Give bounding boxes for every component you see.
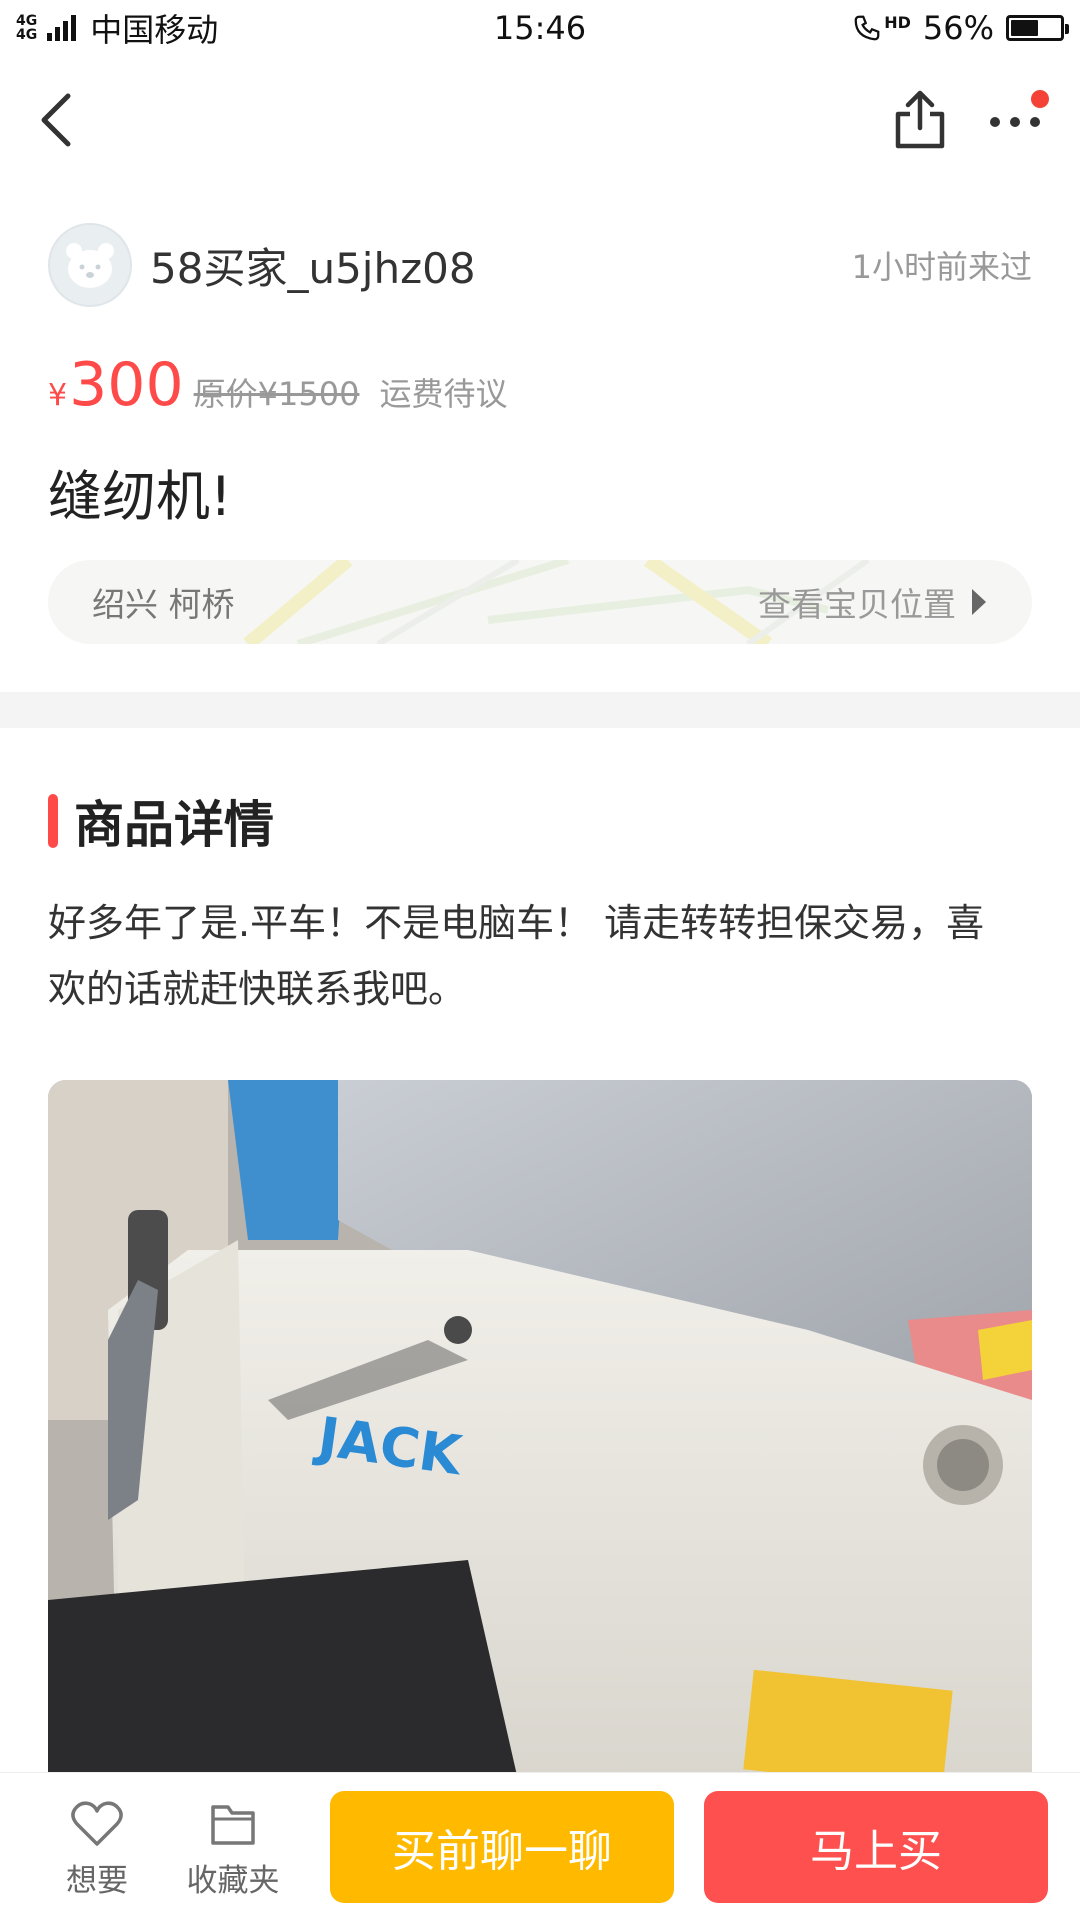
chat-before-buy-button[interactable]: 买前聊一聊 [330, 1791, 674, 1903]
bottom-action-bar: 想要 收藏夹 买前聊一聊 马上买 [0, 1772, 1080, 1920]
folder-icon [211, 1805, 255, 1845]
network-label-top: 4G [16, 13, 38, 29]
price: 300 [69, 350, 184, 420]
battery-level [1011, 20, 1038, 36]
favorites-button[interactable]: 收藏夹 [178, 1799, 288, 1900]
buy-now-button[interactable]: 马上买 [704, 1791, 1048, 1903]
more-button[interactable] [985, 90, 1055, 150]
heart-icon [71, 1801, 123, 1846]
details-heading: 商品详情 [48, 785, 274, 857]
carrier-name: 中国移动 [90, 11, 219, 49]
original-price: 原价¥1500 [193, 375, 360, 413]
price-row: ¥ 300 原价¥1500 运费待议 [48, 350, 507, 420]
want-label: 想要 [66, 1863, 128, 1899]
battery-icon [1006, 15, 1069, 41]
hd-label: HD [884, 13, 911, 32]
view-location-label: 查看宝贝位置 [758, 585, 956, 624]
status-left: 4G 4G 中国移动 [16, 5, 218, 51]
network-type: 4G 4G [16, 14, 37, 42]
bear-avatar-icon [66, 243, 114, 288]
item-title: 缝纫机! [48, 465, 232, 528]
back-button[interactable] [30, 90, 90, 150]
hd-call-icon: HD [852, 13, 911, 43]
section-divider [0, 692, 1080, 728]
seller-name[interactable]: 58买家_u5jhz08 [150, 235, 476, 296]
network-label-bottom: 4G [16, 27, 38, 43]
battery-percent: 56% [922, 9, 994, 47]
seller-row[interactable]: 58买家_u5jhz08 1小时前来过 [48, 222, 1032, 308]
status-bar: 4G 4G 中国移动 15:46 HD 56% [0, 0, 1080, 56]
view-location-link[interactable]: 查看宝贝位置 [758, 578, 988, 626]
share-icon [895, 90, 945, 149]
sewing-machine-image: JACK [48, 1080, 1032, 1780]
triangle-right-icon [972, 589, 986, 615]
last-seen: 1小时前来过 [851, 248, 1032, 286]
location-bar[interactable]: 绍兴 柯桥 查看宝贝位置 [48, 560, 1032, 644]
chevron-left-icon [41, 93, 71, 147]
want-button[interactable]: 想要 [42, 1799, 152, 1900]
notification-dot [1031, 90, 1049, 108]
top-nav [0, 70, 1080, 170]
avatar[interactable] [48, 223, 132, 307]
details-title: 商品详情 [74, 796, 274, 854]
item-description: 好多年了是.平车！不是电脑车！ 请走转转担保交易，喜欢的话就赶快联系我吧。 [48, 901, 985, 1011]
status-right: HD 56% [852, 9, 1069, 47]
shipping-info: 运费待议 [379, 375, 508, 413]
favorites-label: 收藏夹 [186, 1863, 280, 1899]
location-text: 绍兴 柯桥 [92, 585, 235, 624]
signal-icon [47, 15, 77, 41]
currency-symbol: ¥ [48, 378, 68, 413]
share-button[interactable] [890, 88, 950, 152]
product-photo[interactable]: JACK [48, 1080, 1032, 1780]
heading-accent-bar [48, 794, 58, 848]
